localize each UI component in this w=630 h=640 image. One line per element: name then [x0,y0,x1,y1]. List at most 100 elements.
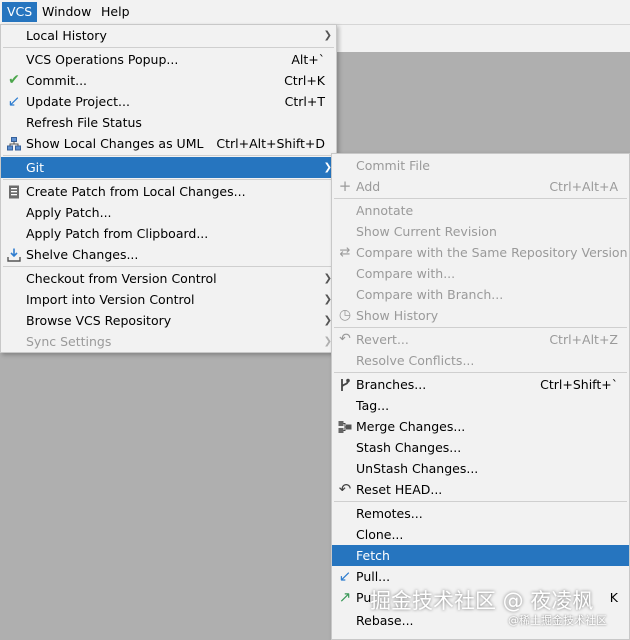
menu-item-fetch[interactable]: Fetch [332,545,629,566]
menu-item-label: Browse VCS Repository [26,313,172,328]
menu-item-apply-patch-clipboard[interactable]: Apply Patch from Clipboard... [1,223,336,244]
menu-item-label: UnStash Changes... [356,461,479,476]
git-submenu: Commit File + Add Ctrl+Alt+A Annotate Sh… [331,153,630,640]
menu-item-label: Merge Changes... [356,419,466,434]
update-arrow-icon: ↙ [7,92,21,110]
menu-vcs[interactable]: VCS [2,2,38,22]
shortcut-label: Ctrl+Alt+A [549,179,618,194]
menu-item-label: Fetch [356,548,390,563]
menu-item-label: Clone... [356,527,404,542]
menu-item-git[interactable]: Git ❯ [1,157,336,178]
menu-item-compare-with: Compare with... [332,263,629,284]
menu-item-label: Commit File [356,158,430,173]
menu-bar: VCS Window Help [0,0,630,25]
menu-item-revert: ↶ Revert... Ctrl+Alt+Z [332,329,629,350]
pull-arrow-icon: ↙ [338,567,352,585]
menu-separator [334,501,627,502]
menu-item-label: Commit... [26,73,88,88]
menu-item-label: Checkout from Version Control [26,271,217,286]
shortcut-label: Ctrl+K [284,73,325,88]
menu-item-refresh-file-status[interactable]: Refresh File Status [1,112,336,133]
menu-item-label: Compare with the Same Repository Version [356,245,628,260]
menu-separator [3,155,334,156]
reset-icon: ↶ [338,480,352,498]
plus-icon: + [338,177,352,195]
menu-item-label: Annotate [356,203,414,218]
menu-separator [3,179,334,180]
submenu-arrow-icon: ❯ [323,30,332,41]
menu-item-label: Compare with... [356,266,456,281]
menu-item-compare-branch: Compare with Branch... [332,284,629,305]
menu-item-label: Pull... [356,569,391,584]
menu-window[interactable]: Window [37,2,96,22]
menu-item-label: Show History [356,308,439,323]
menu-item-apply-patch[interactable]: Apply Patch... [1,202,336,223]
checkmark-icon: ✔ [8,72,20,88]
menu-item-add: + Add Ctrl+Alt+A [332,176,629,197]
menu-item-label: Stash Changes... [356,440,462,455]
menu-separator [334,198,627,199]
menu-item-commit-file: Commit File [332,155,629,176]
shortcut-label: Alt+` [291,52,325,67]
menu-item-checkout[interactable]: Checkout from Version Control ❯ [1,268,336,289]
menu-item-label: Refresh File Status [26,115,142,130]
clock-icon: ◷ [338,307,352,323]
menu-item-reset-head[interactable]: ↶ Reset HEAD... [332,479,629,500]
menu-item-label: Create Patch from Local Changes... [26,184,246,199]
menu-item-shelve-changes[interactable]: Shelve Changes... [1,244,336,265]
menu-separator [334,372,627,373]
shortcut-label: K [609,590,618,605]
menu-item-remotes[interactable]: Remotes... [332,503,629,524]
menu-item-label: Update Project... [26,94,130,109]
menu-item-browse-vcs[interactable]: Browse VCS Repository ❯ [1,310,336,331]
menu-item-sync-settings: Sync Settings ❯ [1,331,336,352]
menu-item-unstash-changes[interactable]: UnStash Changes... [332,458,629,479]
shortcut-label: Ctrl+Alt+Shift+D [216,136,325,151]
menu-item-pull[interactable]: ↙ Pull... [332,566,629,587]
menu-item-label: Git [26,160,45,175]
menu-item-show-local-changes-uml[interactable]: Show Local Changes as UML Ctrl+Alt+Shift… [1,133,336,154]
menu-item-import[interactable]: Import into Version Control ❯ [1,289,336,310]
menu-item-label: Add [356,179,381,194]
menu-separator [3,47,334,48]
menu-item-label: Compare with Branch... [356,287,504,302]
menu-item-label: Branches... [356,377,427,392]
menu-item-label: Sync Settings [26,334,112,349]
menu-item-create-patch[interactable]: Create Patch from Local Changes... [1,181,336,202]
menu-item-stash-changes[interactable]: Stash Changes... [332,437,629,458]
menu-item-label: Resolve Conflicts... [356,353,475,368]
menu-item-local-history[interactable]: Local History ❯ [1,25,336,46]
shortcut-label: Ctrl+T [284,94,325,109]
vcs-menu: Local History ❯ VCS Operations Popup... … [0,24,337,353]
menu-item-commit[interactable]: ✔ Commit... Ctrl+K [1,70,336,91]
watermark-small: @稀土掘金技术社区 [508,614,607,627]
menu-item-label: Shelve Changes... [26,247,139,262]
menu-item-label: Apply Patch from Clipboard... [26,226,209,241]
menu-item-merge-changes[interactable]: Merge Changes... [332,416,629,437]
menu-item-show-history: ◷ Show History [332,305,629,326]
menu-separator [334,327,627,328]
menu-item-show-current-revision: Show Current Revision [332,221,629,242]
menu-item-label: VCS Operations Popup... [26,52,179,67]
menu-item-label: Local History [26,28,107,43]
watermark: 掘金技术社区 @ 夜凌枫 [370,589,594,613]
menu-item-label: Apply Patch... [26,205,112,220]
menu-item-clone[interactable]: Clone... [332,524,629,545]
menu-item-update-project[interactable]: ↙ Update Project... Ctrl+T [1,91,336,112]
menu-item-compare-same-version: ⇄ Compare with the Same Repository Versi… [332,242,629,263]
compare-arrows-icon: ⇄ [339,245,351,260]
menu-item-label: Import into Version Control [26,292,195,307]
menu-item-label: Tag... [356,398,390,413]
menu-item-resolve-conflicts: Resolve Conflicts... [332,350,629,371]
shortcut-label: Ctrl+Alt+Z [549,332,618,347]
menu-separator [3,266,334,267]
menu-item-label: Show Current Revision [356,224,497,239]
menu-item-label: Show Local Changes as UML [26,136,204,151]
menu-item-annotate: Annotate [332,200,629,221]
menu-item-tag[interactable]: Tag... [332,395,629,416]
menu-item-label: Reset HEAD... [356,482,443,497]
menu-help[interactable]: Help [96,2,135,22]
menu-item-branches[interactable]: Branches... Ctrl+Shift+` [332,374,629,395]
menu-item-vcs-operations-popup[interactable]: VCS Operations Popup... Alt+` [1,49,336,70]
shortcut-label: Ctrl+Shift+` [540,377,618,392]
